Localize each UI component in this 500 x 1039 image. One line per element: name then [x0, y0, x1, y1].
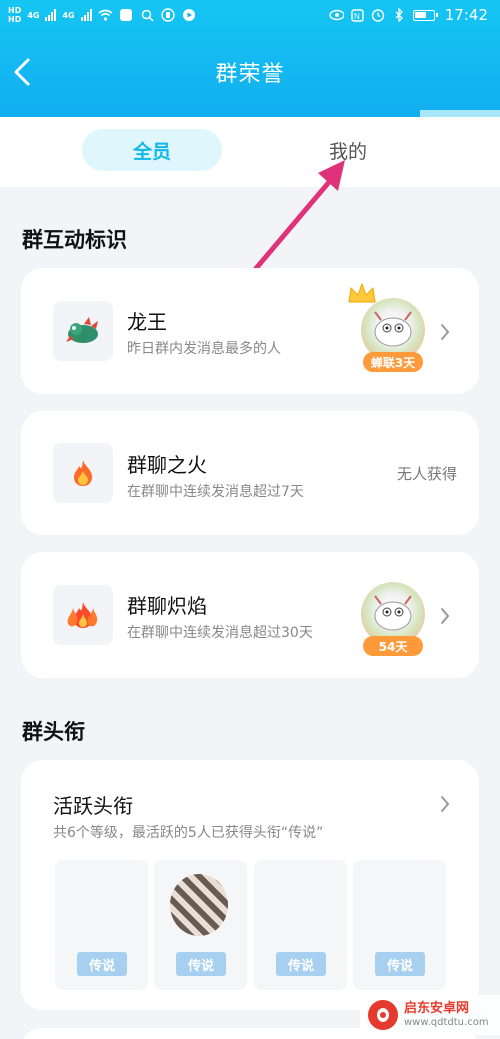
hd-badges: HD HD: [8, 6, 21, 24]
badge-name: 龙王: [127, 310, 167, 334]
header-progress-strip: [420, 110, 500, 117]
section-title-group-titles: 群头衔: [22, 720, 85, 744]
status-time: 17:42: [444, 6, 488, 24]
title-slot[interactable]: 传说: [154, 860, 247, 990]
blaze-icon: [67, 602, 98, 628]
network-type-1: 4G: [27, 10, 40, 20]
title-slot[interactable]: 传说: [353, 860, 446, 990]
badge-icon-box: [53, 301, 113, 361]
badge-icon-box: [53, 585, 113, 645]
title-slot[interactable]: 传说: [55, 860, 148, 990]
badge-card-chat-fire[interactable]: 群聊之火 在群聊中连续发消息超过7天 无人获得: [21, 411, 479, 535]
fire-icon: [74, 460, 92, 486]
streak-badge: 蝉联3天: [363, 352, 423, 372]
watermark-logo-icon: [368, 1000, 398, 1030]
badge-name: 群聊之火: [127, 453, 207, 477]
badge-desc: 昨日群内发消息最多的人: [127, 341, 281, 357]
badge-name: 群聊炽焰: [127, 594, 207, 618]
eye-icon: [329, 8, 344, 22]
badge-holder[interactable]: 蝉联3天: [348, 282, 425, 376]
member-avatar: [170, 874, 228, 936]
network-type-2: 4G: [62, 10, 75, 20]
tab-all-members[interactable]: 全员: [82, 129, 222, 171]
section-title-interaction: 群互动标识: [22, 228, 127, 252]
chevron-right-icon: [441, 324, 450, 340]
title-label: 传说: [77, 952, 127, 976]
header-bar: HD HD 4G 4G N 17:42 群荣誉: [0, 0, 500, 117]
signal-icon: [45, 9, 57, 21]
card-title: 活跃头衔: [53, 794, 133, 818]
nfc-icon: N: [350, 8, 365, 22]
card-desc: 共6个等级，最活跃的5人已获得头衔“传说”: [53, 825, 324, 841]
wifi-icon: [98, 8, 113, 22]
chevron-right-icon: [441, 608, 450, 624]
title-label: 传说: [375, 952, 425, 976]
badge-card-chat-blaze[interactable]: 群聊炽焰 在群聊中连续发消息超过30天 54天: [21, 552, 479, 678]
badge-holder[interactable]: 54天: [361, 582, 425, 660]
svg-text:N: N: [354, 12, 360, 21]
badge-card-dragon-king[interactable]: 龙王 昨日群内发消息最多的人 蝉联3天: [21, 268, 479, 394]
title-slot[interactable]: 传说: [254, 860, 347, 990]
hd-badge-1: HD: [8, 6, 22, 15]
battery-icon: [412, 9, 438, 21]
badge-desc: 在群聊中连续发消息超过30天: [127, 625, 313, 641]
watermark: 启东安卓网 www.qdtdtu.com: [360, 995, 500, 1035]
hd-badge-2: HD: [8, 15, 22, 24]
hand-icon: [161, 8, 176, 22]
title-label: 传说: [176, 952, 226, 976]
alarm-icon: [371, 8, 386, 22]
signal-icon-2: [80, 9, 92, 21]
video-icon: [182, 8, 197, 22]
badge-desc: 在群聊中连续发消息超过7天: [127, 484, 304, 500]
search-icon: [140, 8, 155, 22]
streak-badge: 54天: [363, 636, 423, 656]
chevron-right-icon: [441, 796, 450, 812]
title-label: 传说: [276, 952, 326, 976]
dragon-icon: [66, 317, 98, 343]
no-holder-status: 无人获得: [396, 465, 457, 483]
badge-icon-box: [53, 443, 113, 503]
status-bar: HD HD 4G 4G N 17:42: [0, 0, 500, 34]
watermark-title: 启东安卓网: [404, 1001, 470, 1017]
bluetooth-icon: [392, 8, 407, 22]
watermark-url: www.qdtdtu.com: [404, 1016, 489, 1028]
page-title: 群荣誉: [215, 62, 285, 87]
crown-icon: [348, 282, 376, 303]
qq-app-icon: [119, 8, 134, 22]
active-title-card[interactable]: 活跃头衔 共6个等级，最活跃的5人已获得头衔“传说” 传说 传说 传说 传说: [21, 760, 479, 1010]
